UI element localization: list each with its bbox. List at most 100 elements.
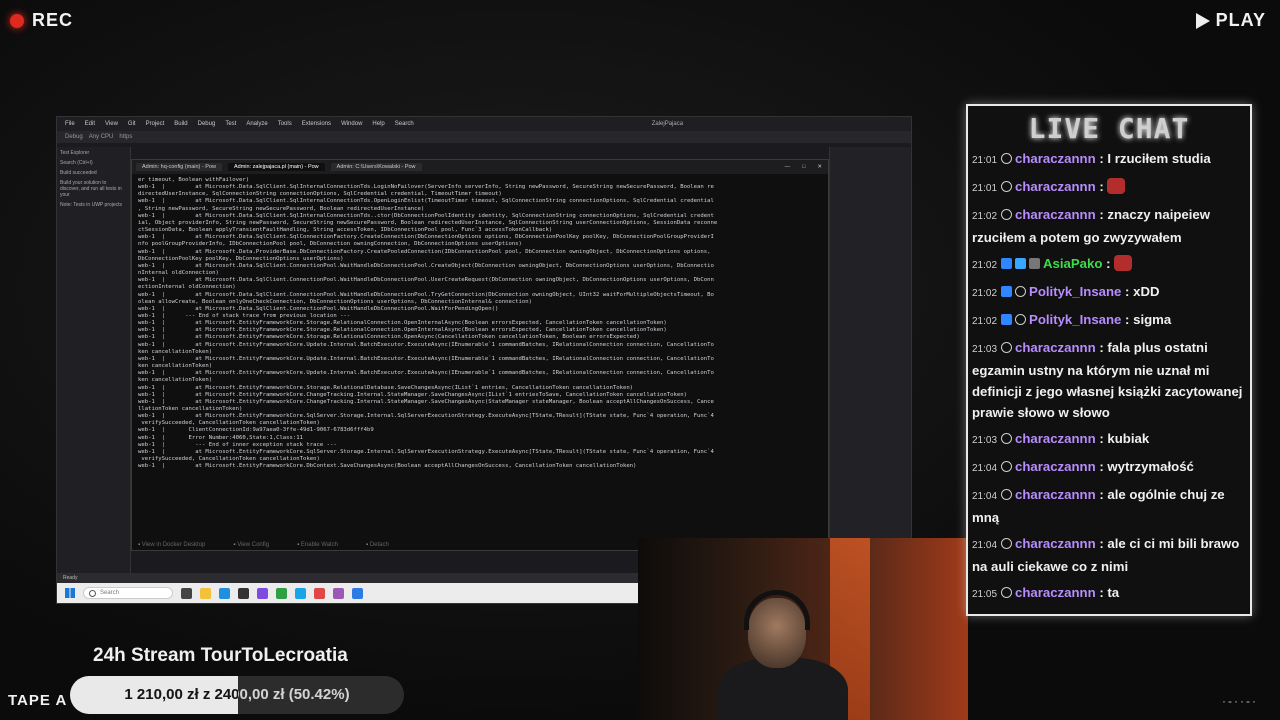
message-time: 21:02 (972, 316, 998, 327)
menu-item[interactable]: Edit (85, 121, 95, 127)
donation-goal-bar: 1 210,00 zł z 2400,00 zł (50.42%) (70, 676, 404, 714)
app-icon[interactable] (352, 587, 363, 599)
verified-badge-icon (1001, 258, 1013, 269)
terminal-line: ken cancellationToken) (138, 348, 213, 355)
vs-menubar: File Edit View Git Project Build Debug Test Anal… (57, 117, 911, 131)
chat-username[interactable]: characzannn (1015, 340, 1096, 355)
chat-message: 21:02 characzannn : znaczy naipeiew rzuci… (972, 204, 1246, 248)
subscriber-badge-icon (1001, 433, 1013, 444)
footer-action[interactable]: View in Docker Desktop (138, 542, 206, 548)
terminal-line: web-1 | Error Number:4060,State:1,Class:… (138, 434, 304, 441)
chat-username[interactable]: Polityk_Insane (1029, 312, 1121, 327)
chat-username[interactable]: characzannn (1015, 207, 1096, 222)
panel-text: Note: Tests in UWP projects (60, 202, 123, 208)
menu-item[interactable]: Search (395, 121, 414, 127)
menu-item[interactable]: Git (128, 121, 136, 127)
tape-label: TAPE A (8, 692, 68, 709)
terminal-line: web-1 | --- End of stack trace from prev… (138, 312, 351, 319)
menu-item[interactable]: Extensions (302, 121, 331, 127)
minimize-icon[interactable]: — (785, 164, 791, 170)
maximize-icon[interactable]: □ (802, 164, 805, 170)
terminal-icon[interactable] (238, 587, 249, 599)
menu-item[interactable]: View (105, 121, 118, 127)
chat-username[interactable]: characzannn (1015, 431, 1096, 446)
menu-item[interactable]: Debug (198, 121, 216, 127)
verified-badge-icon (1001, 314, 1013, 325)
toolbar-item[interactable]: Any CPU (89, 134, 114, 140)
terminal-tab[interactable]: Admin: hq-config (main) - Pow (136, 163, 222, 171)
menu-item[interactable]: Analyze (246, 121, 267, 127)
terminal-line: verifySucceeded, CancellationToken cance… (138, 456, 320, 463)
play-label: PLAY (1215, 10, 1266, 30)
message-sep: : (1121, 284, 1134, 299)
chat-username[interactable]: characzannn (1015, 487, 1096, 502)
message-time: 21:04 (972, 491, 998, 502)
terminal-line: ectionInternal oldConnection) (138, 284, 236, 291)
message-sep: : (1095, 487, 1108, 502)
menu-item[interactable]: Help (372, 121, 384, 127)
message-time: 21:02 (972, 211, 998, 222)
chat-username[interactable]: characzannn (1015, 151, 1096, 166)
app-icon[interactable] (276, 587, 287, 599)
stream-overlay: REC PLAY File Edit View Git Project Build Debu… (0, 0, 1280, 720)
terminal-line: web-1 | at Microsoft.Data.SqlClient.SqlI… (138, 212, 714, 219)
docker-watch-footer: View in Docker Desktop View Config Enable … (138, 542, 389, 548)
chat-username[interactable]: characzannn (1015, 613, 1096, 614)
window-title: ZalejPajaca (651, 121, 684, 127)
message-time: 21:01 (972, 155, 998, 166)
message-time: 21:04 (972, 540, 998, 551)
visual-studio-icon[interactable] (257, 587, 268, 599)
terminal-tab[interactable]: Admin: C:\Users\Kowalski - Pow (330, 163, 422, 171)
toolbar-item[interactable]: https (119, 134, 132, 140)
terminal-tab[interactable]: Admin: zalejpajaca.pl (main) - Pow (227, 163, 325, 171)
footer-action[interactable]: Enable Watch (297, 542, 338, 548)
message-time: 21:02 (972, 260, 998, 271)
footer-action[interactable]: Detach (366, 542, 389, 548)
message-time: 21:03 (972, 435, 998, 446)
terminal-line: web-1 | at Microsoft.Data.SqlClient.Conn… (138, 277, 714, 284)
menu-item[interactable]: Test (225, 121, 236, 127)
chat-username[interactable]: characzannn (1015, 536, 1096, 551)
chat-username[interactable]: Polityk_Insane (1029, 284, 1121, 299)
chat-username[interactable]: characzannn (1015, 585, 1096, 600)
stream-title: 24h Stream TourToLecroatia (93, 645, 348, 666)
windows-start-icon[interactable] (65, 588, 75, 598)
subscriber-badge-icon (1001, 587, 1013, 598)
terminal-line: web-1 | at Microsoft.Data.SqlClient.Conn… (138, 262, 714, 269)
file-explorer-icon[interactable] (200, 587, 211, 599)
rec-dot-icon (10, 13, 24, 28)
message-text: kubiak (1107, 431, 1150, 446)
menu-item[interactable]: Project (146, 121, 165, 127)
terminal-window[interactable]: Admin: hq-config (main) - Pow Admin: zale… (131, 159, 829, 551)
chat-username[interactable]: AsiaPako (1043, 256, 1102, 271)
chat-username[interactable]: characzannn (1015, 179, 1096, 194)
terminal-line: olean allowCreate, Boolean onlyOneCheckC… (138, 298, 533, 305)
terminal-line: DbConnectionPoolKey poolKey, DbConnectio… (138, 255, 344, 262)
app-icon[interactable] (295, 587, 306, 599)
message-sep: : (1096, 613, 1108, 614)
menu-item[interactable]: File (65, 121, 75, 127)
terminal-line: web-1 | at Microsoft.Data.SqlClient.Conn… (138, 305, 499, 312)
goal-text: 1 210,00 zł z 2400,00 zł (50.42%) (124, 686, 350, 703)
message-text: sigma (1133, 312, 1172, 327)
menu-item[interactable]: Window (341, 121, 362, 127)
terminal-output[interactable]: er timeout, Boolean withFailover) web-1 |… (132, 174, 828, 538)
terminal-line: web-1 | at Microsoft.Data.SqlClient.SqlI… (138, 184, 714, 191)
task-view-icon[interactable] (181, 587, 192, 599)
subscriber-badge-icon (1001, 538, 1013, 549)
terminal-line: web-1 | --- End of inner exception stack… (138, 441, 337, 448)
edge-icon[interactable] (219, 587, 230, 599)
terminal-line: ctSessionData, Boolean applyTransientFau… (138, 227, 553, 234)
app-icon[interactable] (314, 587, 325, 599)
close-icon[interactable]: ✕ (817, 164, 822, 170)
terminal-line: web-1 | ClientConnectionId:9a97aea0-3ffe… (138, 427, 374, 434)
app-icon[interactable] (333, 587, 344, 599)
menu-item[interactable]: Build (174, 121, 187, 127)
chat-username[interactable]: characzannn (1015, 459, 1096, 474)
subscriber-badge-icon (1001, 461, 1013, 472)
footer-action[interactable]: View Config (233, 542, 269, 548)
chat-message: 21:01 characzannn : I rzuciłem studia (972, 148, 1246, 171)
menu-item[interactable]: Tools (278, 121, 292, 127)
taskbar-search[interactable]: Search (83, 587, 173, 599)
toolbar-item[interactable]: Debug (65, 134, 83, 140)
